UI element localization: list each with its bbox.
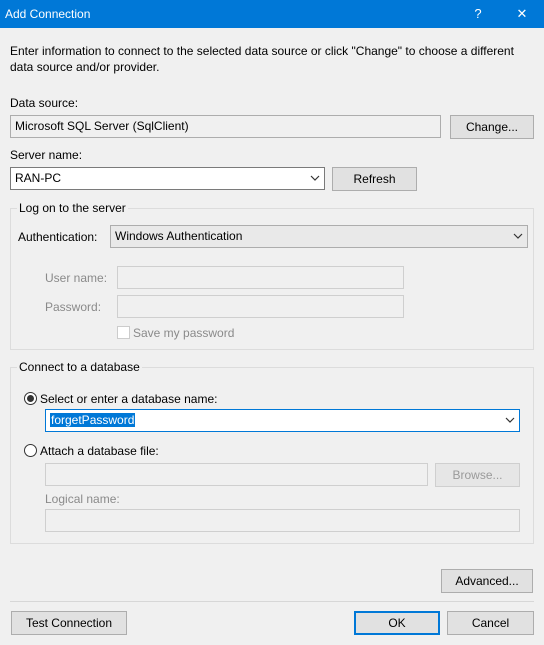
ok-button[interactable]: OK — [354, 611, 440, 635]
server-name-label: Server name: — [10, 148, 83, 162]
refresh-button[interactable]: Refresh — [332, 167, 417, 191]
footer-divider — [10, 601, 534, 602]
test-connection-button[interactable]: Test Connection — [11, 611, 127, 635]
password-label: Password: — [45, 300, 102, 314]
intro-text: Enter information to connect to the sele… — [10, 44, 514, 74]
authentication-value: Windows Authentication — [115, 229, 243, 243]
change-button[interactable]: Change... — [450, 115, 534, 139]
server-name-combo[interactable]: RAN-PC — [10, 167, 325, 190]
attach-database-radio[interactable] — [24, 444, 37, 457]
cancel-button[interactable]: Cancel — [447, 611, 534, 635]
browse-button[interactable]: Browse... — [435, 463, 520, 487]
logical-name-label: Logical name: — [45, 492, 120, 506]
chevron-down-icon[interactable] — [513, 231, 523, 241]
logon-group-title: Log on to the server — [17, 201, 128, 215]
data-source-label: Data source: — [10, 96, 79, 110]
data-source-field: Microsoft SQL Server (SqlClient) — [10, 115, 441, 138]
chevron-down-icon[interactable] — [505, 415, 515, 425]
close-button[interactable]: ✕ — [500, 0, 544, 28]
attach-file-field[interactable] — [45, 463, 428, 486]
save-password-label: Save my password — [133, 326, 235, 340]
chevron-down-icon[interactable] — [310, 173, 320, 183]
server-name-value: RAN-PC — [15, 171, 62, 185]
database-group-title: Connect to a database — [17, 360, 142, 374]
select-database-radio[interactable] — [24, 392, 37, 405]
username-field[interactable] — [117, 266, 404, 289]
window-title: Add Connection — [5, 7, 91, 21]
authentication-label: Authentication: — [18, 230, 98, 244]
save-password-checkbox[interactable] — [117, 326, 130, 339]
attach-database-label: Attach a database file: — [40, 444, 159, 458]
advanced-button[interactable]: Advanced... — [441, 569, 533, 593]
authentication-combo[interactable]: Windows Authentication — [110, 225, 528, 248]
password-field[interactable] — [117, 295, 404, 318]
database-name-combo[interactable]: forgetPassword — [45, 409, 520, 432]
logical-name-field[interactable] — [45, 509, 520, 532]
help-button[interactable]: ? — [456, 0, 500, 28]
username-label: User name: — [45, 271, 108, 285]
title-bar: Add Connection ? ✕ — [0, 0, 544, 28]
select-database-label: Select or enter a database name: — [40, 392, 218, 406]
database-name-value: forgetPassword — [50, 413, 136, 427]
radio-selected-dot — [27, 395, 34, 402]
